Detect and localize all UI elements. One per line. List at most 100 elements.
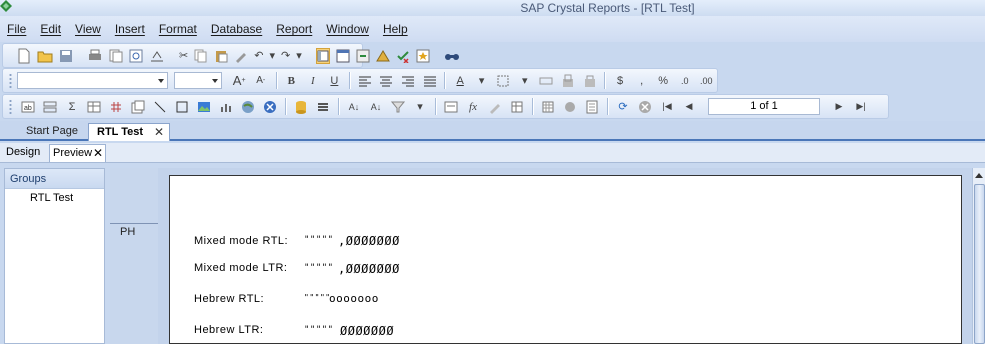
scroll-up-arrow-icon[interactable] <box>975 173 983 178</box>
save-icon[interactable] <box>59 48 73 64</box>
currency-icon[interactable]: $ <box>612 73 628 89</box>
thousands-icon[interactable]: , <box>634 73 650 89</box>
toggle-tree-icon[interactable] <box>315 47 330 64</box>
menu-window[interactable]: Window <box>326 22 369 36</box>
grid-icon[interactable] <box>540 99 556 115</box>
select-expert-icon[interactable] <box>390 99 406 115</box>
menu-insert[interactable]: Insert <box>115 22 145 36</box>
refresh-icon[interactable]: ⟳ <box>615 99 631 115</box>
insert-subreport-icon[interactable] <box>130 99 146 115</box>
format-painter-icon[interactable] <box>234 48 248 64</box>
suppress-icon[interactable] <box>539 73 555 89</box>
undo-icon[interactable]: ↶ <box>254 48 263 64</box>
next-page-icon[interactable]: ▶ <box>831 99 847 115</box>
tab-start-page[interactable]: Start Page <box>16 123 88 141</box>
first-page-icon[interactable]: |◀ <box>659 99 675 115</box>
select-expert-dropdown-icon[interactable]: ▾ <box>412 99 428 115</box>
open-folder-icon[interactable] <box>37 48 53 64</box>
increase-decimals-icon[interactable]: .0 <box>677 73 693 89</box>
underline-icon[interactable]: U <box>327 73 343 89</box>
align-left-icon[interactable] <box>357 73 373 89</box>
tab-design[interactable]: Design <box>6 144 50 162</box>
insert-picture-icon[interactable] <box>196 99 212 115</box>
dependency-checker-icon[interactable] <box>396 48 410 64</box>
menu-report[interactable]: Report <box>276 22 312 36</box>
insert-crosstab-icon[interactable] <box>86 99 102 115</box>
font-name-combo[interactable] <box>16 72 168 89</box>
print-icon[interactable] <box>87 48 103 64</box>
insert-line-icon[interactable] <box>152 99 168 115</box>
bold-icon[interactable]: B <box>283 73 299 89</box>
page-indicator-field[interactable]: 1 of 1 <box>708 98 820 115</box>
tab-rtl-test[interactable]: RTL Test ✕ <box>88 123 170 141</box>
previous-page-icon[interactable]: ◀ <box>681 99 697 115</box>
group-expert-icon[interactable] <box>443 99 459 115</box>
cut-icon[interactable]: ✂ <box>179 48 188 64</box>
last-page-icon[interactable]: ▶| <box>853 99 869 115</box>
scrollbar-thumb[interactable] <box>974 184 985 344</box>
percent-icon[interactable]: % <box>655 73 671 89</box>
menu-file[interactable]: File <box>7 22 26 36</box>
paste-icon[interactable] <box>214 48 228 64</box>
print-preview-icon[interactable] <box>129 48 143 64</box>
new-icon[interactable] <box>17 48 31 64</box>
sort-expert-icon[interactable]: A↓ <box>346 99 362 115</box>
decrease-decimals-icon[interactable]: .00 <box>699 73 715 89</box>
stop-icon[interactable] <box>637 99 653 115</box>
template-expert-icon[interactable] <box>509 99 525 115</box>
decrease-font-icon[interactable]: A- <box>253 73 269 89</box>
justify-icon[interactable] <box>422 73 438 89</box>
redo-dropdown-icon[interactable]: ▾ <box>296 48 302 64</box>
toolbar-separator <box>338 98 339 115</box>
vertical-scrollbar[interactable] <box>972 168 985 344</box>
insert-chart-icon[interactable] <box>218 99 234 115</box>
toolbar-separator <box>285 98 286 115</box>
repository-explorer-icon[interactable] <box>375 48 390 64</box>
menu-view[interactable]: View <box>75 22 101 36</box>
close-tab-icon[interactable]: ✕ <box>154 125 164 139</box>
menu-help[interactable]: Help <box>383 22 408 36</box>
menu-database[interactable]: Database <box>211 22 262 36</box>
database-expert-icon[interactable] <box>293 99 309 115</box>
hyperlink-icon[interactable] <box>562 99 578 115</box>
insert-text-object-icon[interactable]: ab <box>20 99 36 115</box>
formula-editor-icon[interactable] <box>487 99 503 115</box>
increase-font-icon[interactable]: A + <box>231 73 247 89</box>
export-icon[interactable] <box>149 48 165 64</box>
menu-format[interactable]: Format <box>159 22 197 36</box>
font-color-icon[interactable]: A <box>452 73 468 89</box>
tab-preview[interactable]: Preview ✕ <box>49 144 106 162</box>
copy-icon[interactable] <box>194 48 208 64</box>
font-size-combo[interactable] <box>173 72 223 89</box>
workbench-icon[interactable] <box>416 48 430 64</box>
lock-format-icon[interactable] <box>560 73 576 89</box>
insert-group-icon[interactable] <box>42 99 58 115</box>
section-expert-icon[interactable] <box>315 99 331 115</box>
report-explorer-icon[interactable] <box>356 48 370 64</box>
align-right-icon[interactable] <box>400 73 416 89</box>
align-center-icon[interactable] <box>379 73 395 89</box>
copy-page-icon[interactable] <box>109 48 123 64</box>
group-tree-node[interactable]: RTL Test <box>5 189 104 204</box>
find-icon[interactable] <box>444 48 460 64</box>
formula-workshop-icon[interactable]: fx <box>465 99 481 115</box>
insert-box-icon[interactable] <box>174 99 190 115</box>
undo-dropdown-icon[interactable]: ▾ <box>269 48 275 64</box>
insert-map-icon[interactable] <box>240 99 256 115</box>
insert-summary-icon[interactable]: Σ <box>64 99 80 115</box>
insert-olap-grid-icon[interactable] <box>108 99 124 115</box>
insert-flash-icon[interactable] <box>262 99 278 115</box>
italic-icon[interactable]: I <box>305 73 321 89</box>
page-setup-icon[interactable] <box>584 99 600 115</box>
redo-icon[interactable]: ↷ <box>281 48 290 64</box>
menu-edit[interactable]: Edit <box>40 22 61 36</box>
toolbar-grip[interactable] <box>9 73 12 88</box>
close-preview-icon[interactable]: ✕ <box>93 146 103 160</box>
border-dropdown-icon[interactable]: ▾ <box>517 73 533 89</box>
font-color-dropdown-icon[interactable]: ▾ <box>474 73 490 89</box>
field-explorer-icon[interactable] <box>336 48 350 64</box>
toolbar-grip[interactable] <box>9 99 12 114</box>
border-icon[interactable] <box>495 73 511 89</box>
top-n-sort-icon[interactable]: A↓ <box>368 99 384 115</box>
lock-size-icon[interactable] <box>582 73 598 89</box>
